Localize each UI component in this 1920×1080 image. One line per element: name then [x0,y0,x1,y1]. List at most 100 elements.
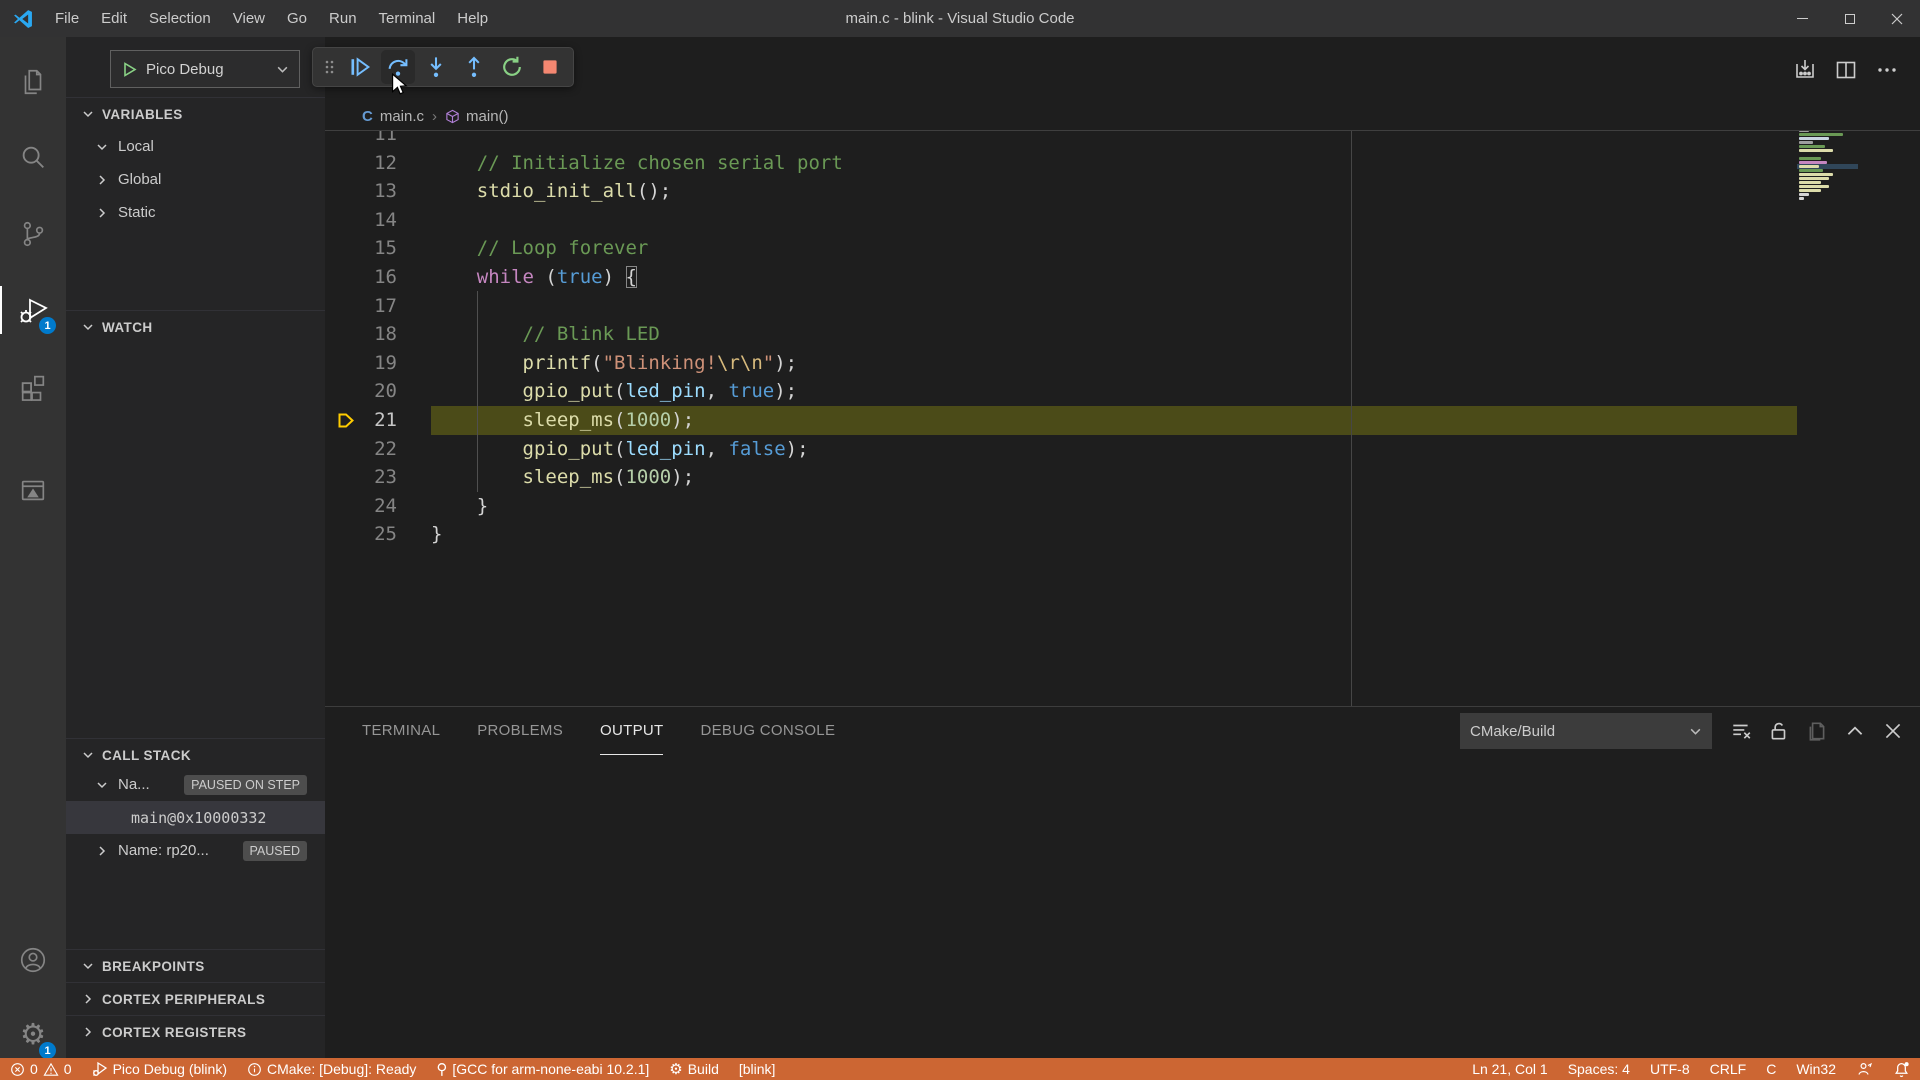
menu-file[interactable]: File [44,0,90,37]
menu-help[interactable]: Help [446,0,499,37]
variables-scope-static[interactable]: Static [66,196,325,229]
eol-status[interactable]: CRLF [1700,1058,1757,1080]
code-line-19[interactable]: 19 printf("Blinking!\r\n"); [325,349,1920,378]
vscode-logo-icon [12,8,34,30]
panel-tab-problems[interactable]: PROBLEMS [477,707,563,755]
menu-terminal[interactable]: Terminal [368,0,447,37]
step-out-icon[interactable] [457,50,491,84]
feedback-icon[interactable] [1846,1058,1883,1080]
symbol-method-icon [445,109,460,124]
panel-tab-output[interactable]: OUTPUT [600,707,663,755]
split-editor-icon[interactable] [1831,55,1861,85]
panel-tab-terminal[interactable]: TERMINAL [362,707,440,755]
panel-tabs: TERMINAL PROBLEMS OUTPUT DEBUG CONSOLE [362,707,872,755]
line-number[interactable]: 18 [325,320,397,349]
menu-view[interactable]: View [222,0,276,37]
menu-edit[interactable]: Edit [90,0,138,37]
cmake-status[interactable]: CMake: [Debug]: Ready [237,1058,426,1080]
call-stack-thread-row[interactable]: Na... PAUSED ON STEP [66,768,325,801]
line-number[interactable]: 13 [325,177,397,206]
line-number[interactable]: 22 [325,435,397,464]
code-line-13[interactable]: 13 stdio_init_all(); [325,177,1920,206]
more-actions-icon[interactable] [1872,55,1902,85]
watch-section-header[interactable]: WATCH [66,310,325,343]
menu-run[interactable]: Run [318,0,368,37]
call-stack-thread2-row[interactable]: Name: rp20... PAUSED [66,834,325,867]
source-control-icon[interactable] [0,202,66,266]
unlock-icon[interactable] [1764,716,1794,746]
line-number[interactable]: 15 [325,234,397,263]
cortex-registers-section-header[interactable]: CORTEX REGISTERS [66,1015,325,1048]
explorer-icon[interactable] [0,50,66,114]
problems-status[interactable]: 0 0 [0,1058,82,1080]
code-line-17[interactable]: 17 [325,292,1920,321]
line-number[interactable]: 12 [325,149,397,178]
minimap[interactable] [1797,125,1858,245]
start-debug-icon[interactable] [121,61,138,78]
download-icon[interactable] [1790,55,1820,85]
code-line-21[interactable]: 21 sleep_ms(1000); [325,406,1920,435]
stop-icon[interactable] [533,50,567,84]
code-line-24[interactable]: 24 } [325,492,1920,521]
menu-go[interactable]: Go [276,0,318,37]
line-number[interactable]: 24 [325,492,397,521]
minimize-icon[interactable] [1779,0,1826,37]
line-number[interactable]: 16 [325,263,397,292]
pico-project-icon[interactable] [0,458,66,522]
variables-scope-global[interactable]: Global [66,163,325,196]
variables-scope-local[interactable]: Local [66,130,325,163]
debug-target-status[interactable]: Pico Debug (blink) [82,1058,237,1080]
line-number[interactable]: 23 [325,463,397,492]
kit-status[interactable]: ⚲ [GCC for arm-none-eabi 10.2.1] [426,1058,659,1080]
stack-frame-row[interactable]: main@0x10000332 [66,801,325,834]
line-number[interactable]: 17 [325,292,397,321]
code-line-23[interactable]: 23 sleep_ms(1000); [325,463,1920,492]
build-button[interactable]: ⚙ Build [659,1058,729,1080]
code-line-12[interactable]: 12 // Initialize chosen serial port [325,149,1920,178]
language-mode-status[interactable]: C [1756,1058,1786,1080]
continue-icon[interactable] [343,50,377,84]
pin-output-icon[interactable] [1802,716,1832,746]
run-and-debug-icon[interactable]: 1 [0,278,66,342]
notifications-bell-icon[interactable] [1883,1058,1920,1080]
call-stack-section-header[interactable]: CALL STACK [66,738,325,771]
line-number[interactable]: 19 [325,349,397,378]
breadcrumb-symbol[interactable]: main() [466,108,509,125]
build-target-status[interactable]: [blink] [729,1058,786,1080]
close-icon[interactable] [1873,0,1920,37]
cortex-peripherals-section-header[interactable]: CORTEX PERIPHERALS [66,982,325,1015]
step-over-icon[interactable] [381,50,415,84]
restart-icon[interactable] [495,50,529,84]
host-status[interactable]: Win32 [1786,1058,1846,1080]
maximize-icon[interactable] [1826,0,1873,37]
toolbar-grip-icon[interactable] [319,50,339,84]
cursor-position-status[interactable]: Ln 21, Col 1 [1462,1058,1558,1080]
breakpoints-section-header[interactable]: BREAKPOINTS [66,949,325,982]
encoding-status[interactable]: UTF-8 [1640,1058,1700,1080]
code-line-22[interactable]: 22 gpio_put(led_pin, false); [325,435,1920,464]
maximize-panel-icon[interactable] [1840,716,1870,746]
line-number[interactable]: 14 [325,206,397,235]
close-panel-icon[interactable] [1878,716,1908,746]
step-into-icon[interactable] [419,50,453,84]
line-number[interactable]: 20 [325,377,397,406]
breadcrumb-file[interactable]: main.c [380,108,424,125]
search-icon[interactable] [0,126,66,190]
line-number[interactable]: 21 [325,406,397,435]
variables-section-header[interactable]: VARIABLES [66,97,325,130]
code-line-14[interactable]: 14 [325,206,1920,235]
code-line-18[interactable]: 18 // Blink LED [325,320,1920,349]
code-line-20[interactable]: 20 gpio_put(led_pin, true); [325,377,1920,406]
clear-output-icon[interactable] [1726,716,1756,746]
code-line-25[interactable]: 25} [325,520,1920,549]
panel-tab-debug-console[interactable]: DEBUG CONSOLE [700,707,835,755]
code-line-15[interactable]: 15 // Loop forever [325,234,1920,263]
output-channel-dropdown[interactable]: CMake/Build [1460,713,1712,749]
debug-launch-dropdown[interactable]: Pico Debug [110,50,300,88]
menu-selection[interactable]: Selection [138,0,222,37]
line-number[interactable]: 25 [325,520,397,549]
accounts-icon[interactable] [0,928,66,992]
indentation-status[interactable]: Spaces: 4 [1558,1058,1640,1080]
extensions-icon[interactable] [0,354,66,418]
code-line-16[interactable]: 16 while (true) { [325,263,1920,292]
